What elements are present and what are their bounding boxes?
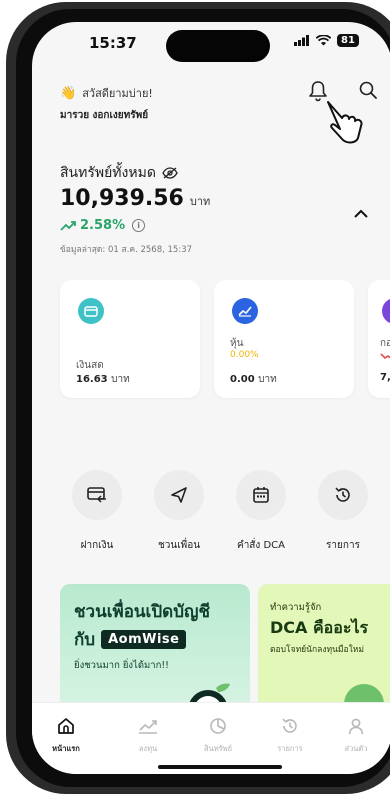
invest-icon xyxy=(118,715,178,737)
card-change: 0.00% xyxy=(230,350,259,360)
user-name: มารวย งอกเงยทรัพย์ xyxy=(60,110,149,121)
stock-chart-icon xyxy=(232,298,258,324)
trend-down-icon xyxy=(380,353,390,360)
last-updated: ข้อมูลล่าสุด: 01 ส.ค. 2568, 15:37 xyxy=(60,245,193,255)
nav-label: รายการ xyxy=(277,744,303,753)
nav-profile[interactable]: ส่วนตัว xyxy=(326,715,386,755)
nav-home[interactable]: หน้าแรก xyxy=(36,715,96,755)
portfolio-change: 2.58% i xyxy=(60,218,146,233)
asset-card-funds[interactable]: กอ 7,4 xyxy=(368,280,390,398)
action-label: ฝากเงิน xyxy=(80,540,114,551)
action-transactions[interactable]: รายการ xyxy=(312,470,374,553)
app-screen: 15:37 81 👋 สวัสดียามบ่าย! มารวย งอกเงยทร… xyxy=(32,22,390,774)
history-icon xyxy=(318,470,368,520)
waving-hand-icon: 👋 xyxy=(60,85,77,101)
fund-icon xyxy=(382,298,390,324)
promo-invite-banner[interactable]: ชวนเพื่อนเปิดบัญชี กับ AomWise ยิ่งชวนมา… xyxy=(60,584,250,714)
total-unit: บาท xyxy=(189,195,211,208)
total-value: 10,939.56 xyxy=(60,186,184,211)
nav-invest[interactable]: ลงทุน xyxy=(118,715,178,755)
eye-off-icon[interactable] xyxy=(162,167,178,179)
calendar-icon xyxy=(236,470,286,520)
card-label: หุ้น xyxy=(230,338,244,349)
asset-card-stocks[interactable]: หุ้น 0.00% 0.00 บาท xyxy=(214,280,354,398)
info-icon[interactable]: i xyxy=(132,219,146,232)
action-label: ชวนเพื่อน xyxy=(157,540,201,551)
trend-up-icon xyxy=(60,220,76,231)
action-label: คำสั่ง DCA xyxy=(237,540,285,551)
action-dca-order[interactable]: คำสั่ง DCA xyxy=(230,470,292,553)
change-percent: 2.58% xyxy=(80,218,126,233)
home-indicator xyxy=(158,765,282,769)
promo-subtitle: ตอบโจทย์นักลงทุนมือใหม่ xyxy=(270,645,364,655)
wallet-icon xyxy=(78,298,104,324)
brand-logo: AomWise xyxy=(101,630,187,649)
send-icon xyxy=(154,470,204,520)
total-assets-text: สินทรัพย์ทั้งหมด xyxy=(60,165,156,181)
action-invite-friend[interactable]: ชวนเพื่อน xyxy=(148,470,210,553)
promo-dca-banner[interactable]: ทำความรู้จัก DCA คืออะไร ตอบโจทย์นักลงทุ… xyxy=(258,584,390,714)
history-icon xyxy=(260,715,320,737)
total-balance: 10,939.56 บาท xyxy=(60,186,210,211)
status-icons: 81 xyxy=(294,34,359,47)
status-time: 15:37 xyxy=(89,34,137,52)
bottom-nav: หน้าแรก ลงทุน สินทรัพย์ รายการ ส่วนตัว xyxy=(32,702,390,774)
nav-label: ส่วนตัว xyxy=(344,744,368,753)
pointing-hand-icon xyxy=(327,101,363,144)
signal-icon xyxy=(294,35,309,46)
home-icon xyxy=(36,715,96,737)
card-amount: 0.00 บาท xyxy=(230,374,277,385)
asset-card-cash[interactable]: เงินสด 16.63 บาท xyxy=(60,280,200,398)
card-amount: 16.63 บาท xyxy=(76,374,130,385)
promo-title: ชวนเพื่อนเปิดบัญชี xyxy=(74,602,211,622)
greeting-text: สวัสดียามบ่าย! xyxy=(82,87,153,100)
profile-icon xyxy=(326,715,386,737)
nav-transactions[interactable]: รายการ xyxy=(260,715,320,755)
promo-subtitle: ยิ่งชวนมาก ยิ่งได้มาก!! xyxy=(74,660,169,671)
total-assets-label: สินทรัพย์ทั้งหมด xyxy=(60,162,178,184)
action-deposit[interactable]: ฝากเงิน xyxy=(66,470,128,553)
chevron-up-icon[interactable] xyxy=(354,206,368,222)
nav-label: สินทรัพย์ xyxy=(203,744,232,753)
card-label: กอ xyxy=(380,338,390,349)
promo-title: DCA คืออะไร xyxy=(270,618,369,637)
nav-label: หน้าแรก xyxy=(52,744,80,753)
greeting: 👋 สวัสดียามบ่าย! xyxy=(60,84,153,102)
card-amount: 7,4 xyxy=(380,372,390,383)
nav-portfolio[interactable]: สินทรัพย์ xyxy=(188,715,248,755)
card-label: เงินสด xyxy=(76,360,104,371)
deposit-icon xyxy=(72,470,122,520)
battery-indicator: 81 xyxy=(337,34,359,47)
portfolio-icon xyxy=(188,715,248,737)
action-label: รายการ xyxy=(326,540,360,551)
promo-brand-line: กับ AomWise xyxy=(74,626,187,653)
wifi-icon xyxy=(316,35,331,46)
dynamic-island xyxy=(166,30,270,62)
promo-pretitle: ทำความรู้จัก xyxy=(270,602,322,613)
status-bar: 15:37 81 xyxy=(32,22,390,68)
nav-label: ลงทุน xyxy=(138,744,158,753)
